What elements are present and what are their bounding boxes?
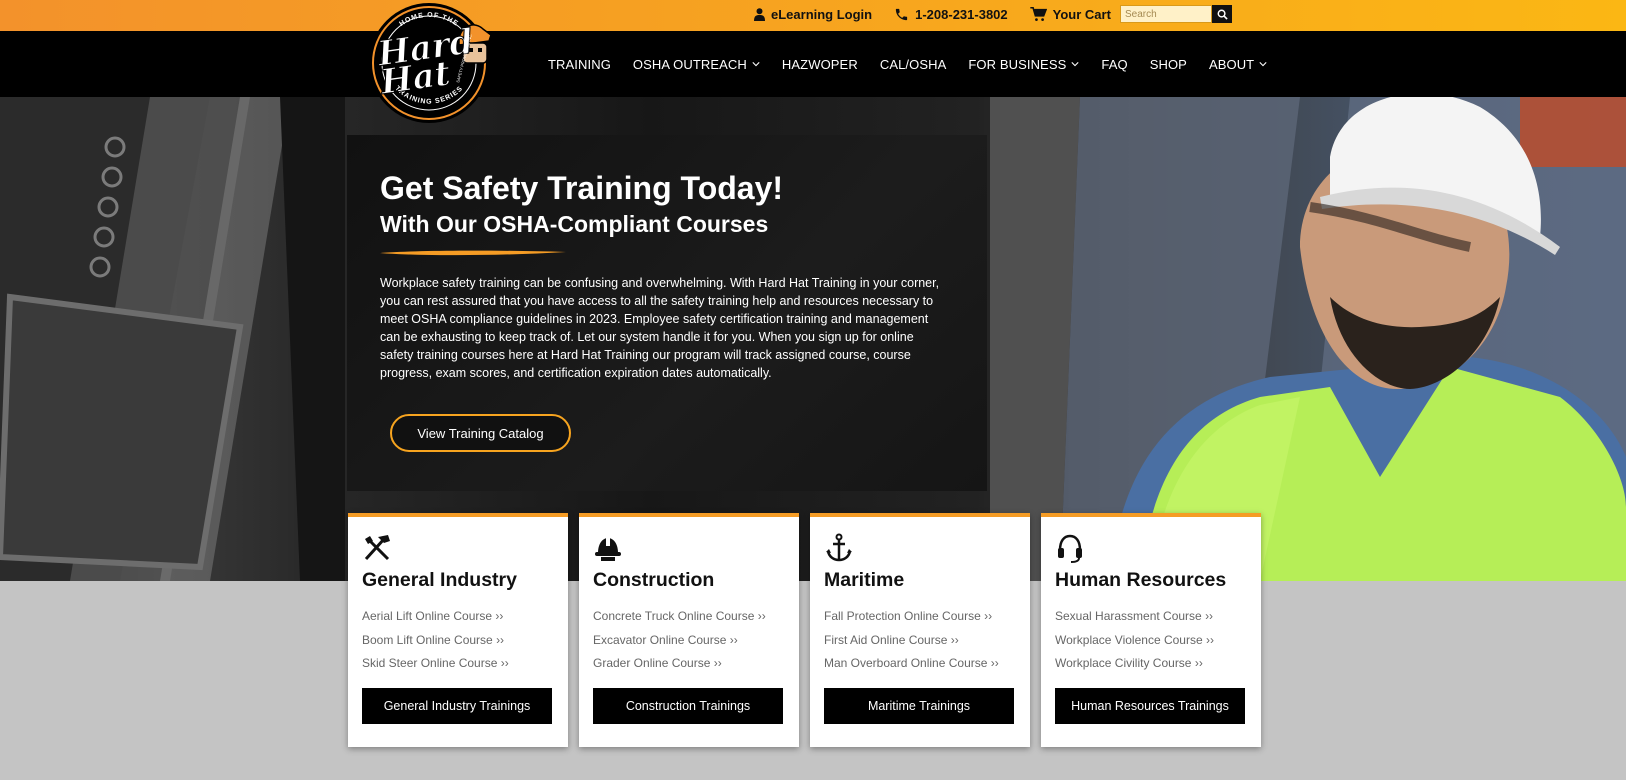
category-title: Maritime [824,569,905,591]
general-industry-trainings-button[interactable]: General Industry Trainings [362,688,552,724]
nav-item-label: FOR BUSINESS [968,56,1067,72]
category-title: General Industry [362,569,517,591]
headset-icon [1058,534,1082,563]
cart-icon [1029,7,1047,21]
course-link[interactable]: Grader Online Course ›› [593,652,766,676]
search-input[interactable] [1120,5,1212,23]
category-title: Construction [593,569,715,591]
search-icon [1217,9,1228,20]
utility-bar: eLearning Login 1-208-231-3802 Your Cart [0,0,1626,31]
category-title: Human Resources [1055,569,1227,591]
chevron-down-icon [752,62,760,67]
nav-item-faq[interactable]: FAQ [1101,57,1127,72]
course-link[interactable]: Sexual Harassment Course ›› [1055,605,1214,629]
nav-item-label: OSHA OUTREACH [632,56,747,72]
hero-description: Workplace safety training can be confusi… [380,276,940,380]
phone-number: 1-208-231-3802 [915,7,1008,22]
nav-item-osha-outreach[interactable]: OSHA OUTREACH [633,57,760,72]
elearning-login-label: eLearning Login [771,7,873,22]
course-link[interactable]: Boom Lift Online Course ›› [362,629,509,653]
course-links: Fall Protection Online Course ›› First A… [824,605,999,676]
course-link[interactable]: Excavator Online Course ›› [593,629,766,653]
construction-trainings-button[interactable]: Construction Trainings [593,688,783,724]
hero-title: Get Safety Training Today! [380,170,784,206]
utility-links: eLearning Login 1-208-231-3802 Your Cart [754,0,1111,29]
nav-item-for-business[interactable]: FOR BUSINESS [968,57,1079,72]
phone-icon [896,8,908,21]
tools-icon [364,535,390,561]
course-link[interactable]: Man Overboard Online Course ›› [824,652,999,676]
human-resources-trainings-button[interactable]: Human Resources Trainings [1055,688,1245,724]
main-navbar: TRAINING OSHA OUTREACH HAZWOPER CAL/OSHA FOR… [0,31,1626,97]
cart-label: Your Cart [1052,7,1111,22]
course-link[interactable]: Workplace Violence Course ›› [1055,629,1214,653]
main-nav: TRAINING OSHA OUTREACH HAZWOPER CAL/OSHA FOR… [548,31,1267,97]
category-card-general-industry: General Industry Aerial Lift Online Cour… [348,513,568,747]
category-card-construction: Construction Concrete Truck Online Cours… [579,513,799,747]
category-cards: General Industry Aerial Lift Online Cour… [348,513,1261,747]
hero-accent-rule [380,250,566,256]
nav-item-label: FAQ [1101,56,1128,72]
category-card-maritime: Maritime Fall Protection Online Course ›… [810,513,1030,747]
hard-hat-training-logo[interactable]: HOME OF THE TRAINING SERIES Hard Hat SAF… [355,1,505,125]
cart-link[interactable]: Your Cart [1029,7,1111,22]
course-links: Concrete Truck Online Course ›› Excavato… [593,605,766,676]
nav-item-label: HAZWOPER [781,56,858,72]
maritime-trainings-button[interactable]: Maritime Trainings [824,688,1014,724]
elearning-login-link[interactable]: eLearning Login [754,7,872,22]
nav-item-training[interactable]: TRAINING [548,57,611,72]
search-box [1120,5,1232,23]
nav-item-label: ABOUT [1208,56,1255,72]
anchor-icon [826,533,852,562]
course-link[interactable]: First Aid Online Course ›› [824,629,999,653]
nav-item-hazwoper[interactable]: HAZWOPER [782,57,858,72]
view-training-catalog-button[interactable]: View Training Catalog [390,414,571,452]
user-icon [754,8,765,21]
phone-link[interactable]: 1-208-231-3802 [894,7,1008,22]
course-link[interactable]: Workplace Civility Course ›› [1055,652,1214,676]
hero-subtitle: With Our OSHA-Compliant Courses [380,211,769,237]
hero-banner: Get Safety Training Today! With Our OSHA… [0,97,1626,581]
course-links: Sexual Harassment Course ›› Workplace Vi… [1055,605,1214,676]
course-link[interactable]: Concrete Truck Online Course ›› [593,605,766,629]
category-card-human-resources: Human Resources Sexual Harassment Course… [1041,513,1261,747]
course-link[interactable]: Fall Protection Online Course ›› [824,605,999,629]
nav-item-label: TRAINING [548,56,611,72]
search-button[interactable] [1212,5,1232,23]
course-link[interactable]: Skid Steer Online Course ›› [362,652,509,676]
hero-content-card: Get Safety Training Today! With Our OSHA… [347,135,987,491]
nav-item-label: SHOP [1149,56,1187,72]
course-link[interactable]: Aerial Lift Online Course ›› [362,605,509,629]
nav-item-shop[interactable]: SHOP [1150,57,1187,72]
chevron-down-icon [1259,62,1267,67]
nav-item-label: CAL/OSHA [879,56,947,72]
nav-item-cal-osha[interactable]: CAL/OSHA [880,57,947,72]
course-links: Aerial Lift Online Course ›› Boom Lift O… [362,605,509,676]
hardhat-icon [595,536,621,561]
chevron-down-icon [1071,62,1079,67]
nav-item-about[interactable]: ABOUT [1209,57,1267,72]
